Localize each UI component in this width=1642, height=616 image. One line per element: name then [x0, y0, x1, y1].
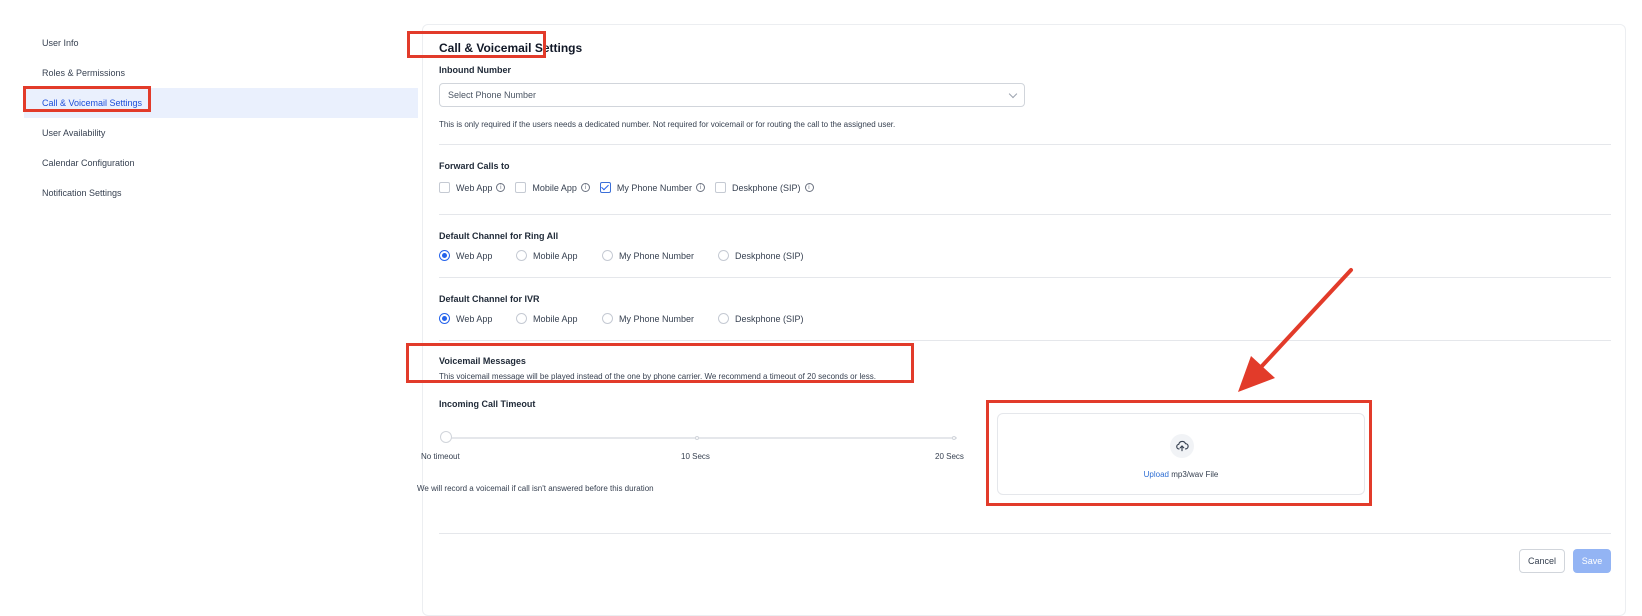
slider-label-20-secs: 20 Secs — [935, 452, 964, 461]
divider — [439, 277, 1611, 278]
slider-tick — [695, 436, 699, 440]
option-label: Web App — [456, 313, 493, 324]
save-button[interactable]: Save — [1573, 549, 1611, 573]
radio[interactable] — [602, 250, 613, 261]
option-label: My Phone Number — [616, 182, 692, 193]
checkbox[interactable] — [714, 182, 726, 193]
sidebar-item-label: User Info — [42, 38, 79, 48]
timeout-slider-track[interactable] — [443, 437, 957, 439]
radio[interactable] — [718, 250, 729, 261]
option-label: My Phone Number — [619, 250, 695, 261]
option-label: Mobile App — [532, 182, 577, 193]
phone-number-select[interactable]: Select Phone Number — [439, 83, 1025, 107]
sidebar-item-label: User Availability — [42, 128, 106, 138]
cancel-button[interactable]: Cancel — [1519, 549, 1565, 573]
ring-all-mobile-app-radio[interactable]: Mobile App — [516, 250, 602, 261]
forward-calls-label: Forward Calls to — [439, 161, 510, 171]
ring-all-label: Default Channel for Ring All — [439, 231, 559, 241]
option-label: Web App — [456, 182, 493, 193]
sidebar-item-label: Notification Settings — [42, 188, 122, 198]
radio[interactable] — [718, 313, 729, 324]
option-label: Deskphone (SIP) — [735, 313, 804, 324]
ring-all-web-app-radio[interactable]: Web App — [439, 250, 516, 261]
radio[interactable] — [516, 313, 527, 324]
radio[interactable] — [602, 313, 613, 324]
radio[interactable] — [516, 250, 527, 261]
option-label: Mobile App — [533, 313, 578, 324]
slider-label-no-timeout: No timeout — [421, 452, 460, 461]
ring-all-deskphone-sip-radio[interactable]: Deskphone (SIP) — [718, 250, 804, 261]
ivr-label: Default Channel for IVR — [439, 294, 540, 304]
forward-web-app-checkbox[interactable]: Web App i — [439, 182, 506, 193]
divider — [439, 533, 1611, 534]
timeout-slider-thumb[interactable] — [440, 431, 452, 443]
sidebar-item-user-availability[interactable]: User Availability — [24, 118, 418, 148]
checkbox-checked[interactable] — [599, 182, 611, 193]
incoming-call-timeout-label: Incoming Call Timeout — [439, 399, 536, 409]
sidebar-item-label: Roles & Permissions — [42, 68, 126, 78]
annotation-highlight-sidebar — [23, 86, 151, 112]
settings-panel: Call & Voicemail Settings Inbound Number… — [417, 24, 1626, 616]
option-label: Deskphone (SIP) — [731, 182, 801, 193]
info-icon[interactable]: i — [496, 183, 506, 192]
annotation-highlight-voicemail — [406, 343, 914, 383]
radio-selected[interactable] — [439, 250, 450, 261]
option-label: My Phone Number — [619, 313, 695, 324]
annotation-highlight-upload — [986, 400, 1372, 506]
checkbox[interactable] — [515, 182, 527, 193]
forward-mobile-app-checkbox[interactable]: Mobile App i — [515, 182, 590, 193]
forward-calls-options: Web App i Mobile App i My Phone Number i… — [439, 182, 814, 193]
radio-selected[interactable] — [439, 313, 450, 324]
forward-deskphone-sip-checkbox[interactable]: Deskphone (SIP) i — [714, 182, 814, 193]
timeout-hint: We will record a voicemail if call isn't… — [417, 484, 654, 493]
sidebar-item-label: Calendar Configuration — [42, 158, 135, 168]
ivr-web-app-radio[interactable]: Web App — [439, 313, 516, 324]
forward-my-phone-number-checkbox[interactable]: My Phone Number i — [599, 182, 705, 193]
settings-sidebar: User Info Roles & Permissions Call & Voi… — [24, 28, 418, 208]
divider — [439, 214, 1611, 215]
ring-all-my-phone-number-radio[interactable]: My Phone Number — [602, 250, 718, 261]
info-icon[interactable]: i — [580, 183, 590, 192]
divider — [439, 340, 1611, 341]
chevron-down-icon — [1008, 89, 1018, 98]
sidebar-item-roles-permissions[interactable]: Roles & Permissions — [24, 58, 418, 88]
phone-number-placeholder: Select Phone Number — [448, 90, 537, 100]
annotation-highlight-title — [407, 31, 546, 58]
checkbox[interactable] — [439, 182, 450, 193]
ivr-my-phone-number-radio[interactable]: My Phone Number — [602, 313, 718, 324]
ring-all-options: Web App Mobile App My Phone Number Deskp… — [439, 250, 804, 261]
option-label: Web App — [456, 250, 493, 261]
option-label: Deskphone (SIP) — [735, 250, 804, 261]
sidebar-item-calendar-configuration[interactable]: Calendar Configuration — [24, 148, 418, 178]
ivr-options: Web App Mobile App My Phone Number Deskp… — [439, 313, 804, 324]
sidebar-item-user-info[interactable]: User Info — [24, 28, 418, 58]
sidebar-item-notification-settings[interactable]: Notification Settings — [24, 178, 418, 208]
slider-tick — [952, 436, 956, 440]
ivr-deskphone-sip-radio[interactable]: Deskphone (SIP) — [718, 313, 804, 324]
slider-label-10-secs: 10 Secs — [681, 452, 710, 461]
info-icon[interactable]: i — [804, 183, 814, 192]
inbound-number-hint: This is only required if the users needs… — [439, 120, 896, 129]
divider — [439, 144, 1611, 145]
inbound-number-label: Inbound Number — [439, 65, 511, 75]
info-icon[interactable]: i — [695, 183, 705, 192]
ivr-mobile-app-radio[interactable]: Mobile App — [516, 313, 602, 324]
option-label: Mobile App — [533, 250, 578, 261]
